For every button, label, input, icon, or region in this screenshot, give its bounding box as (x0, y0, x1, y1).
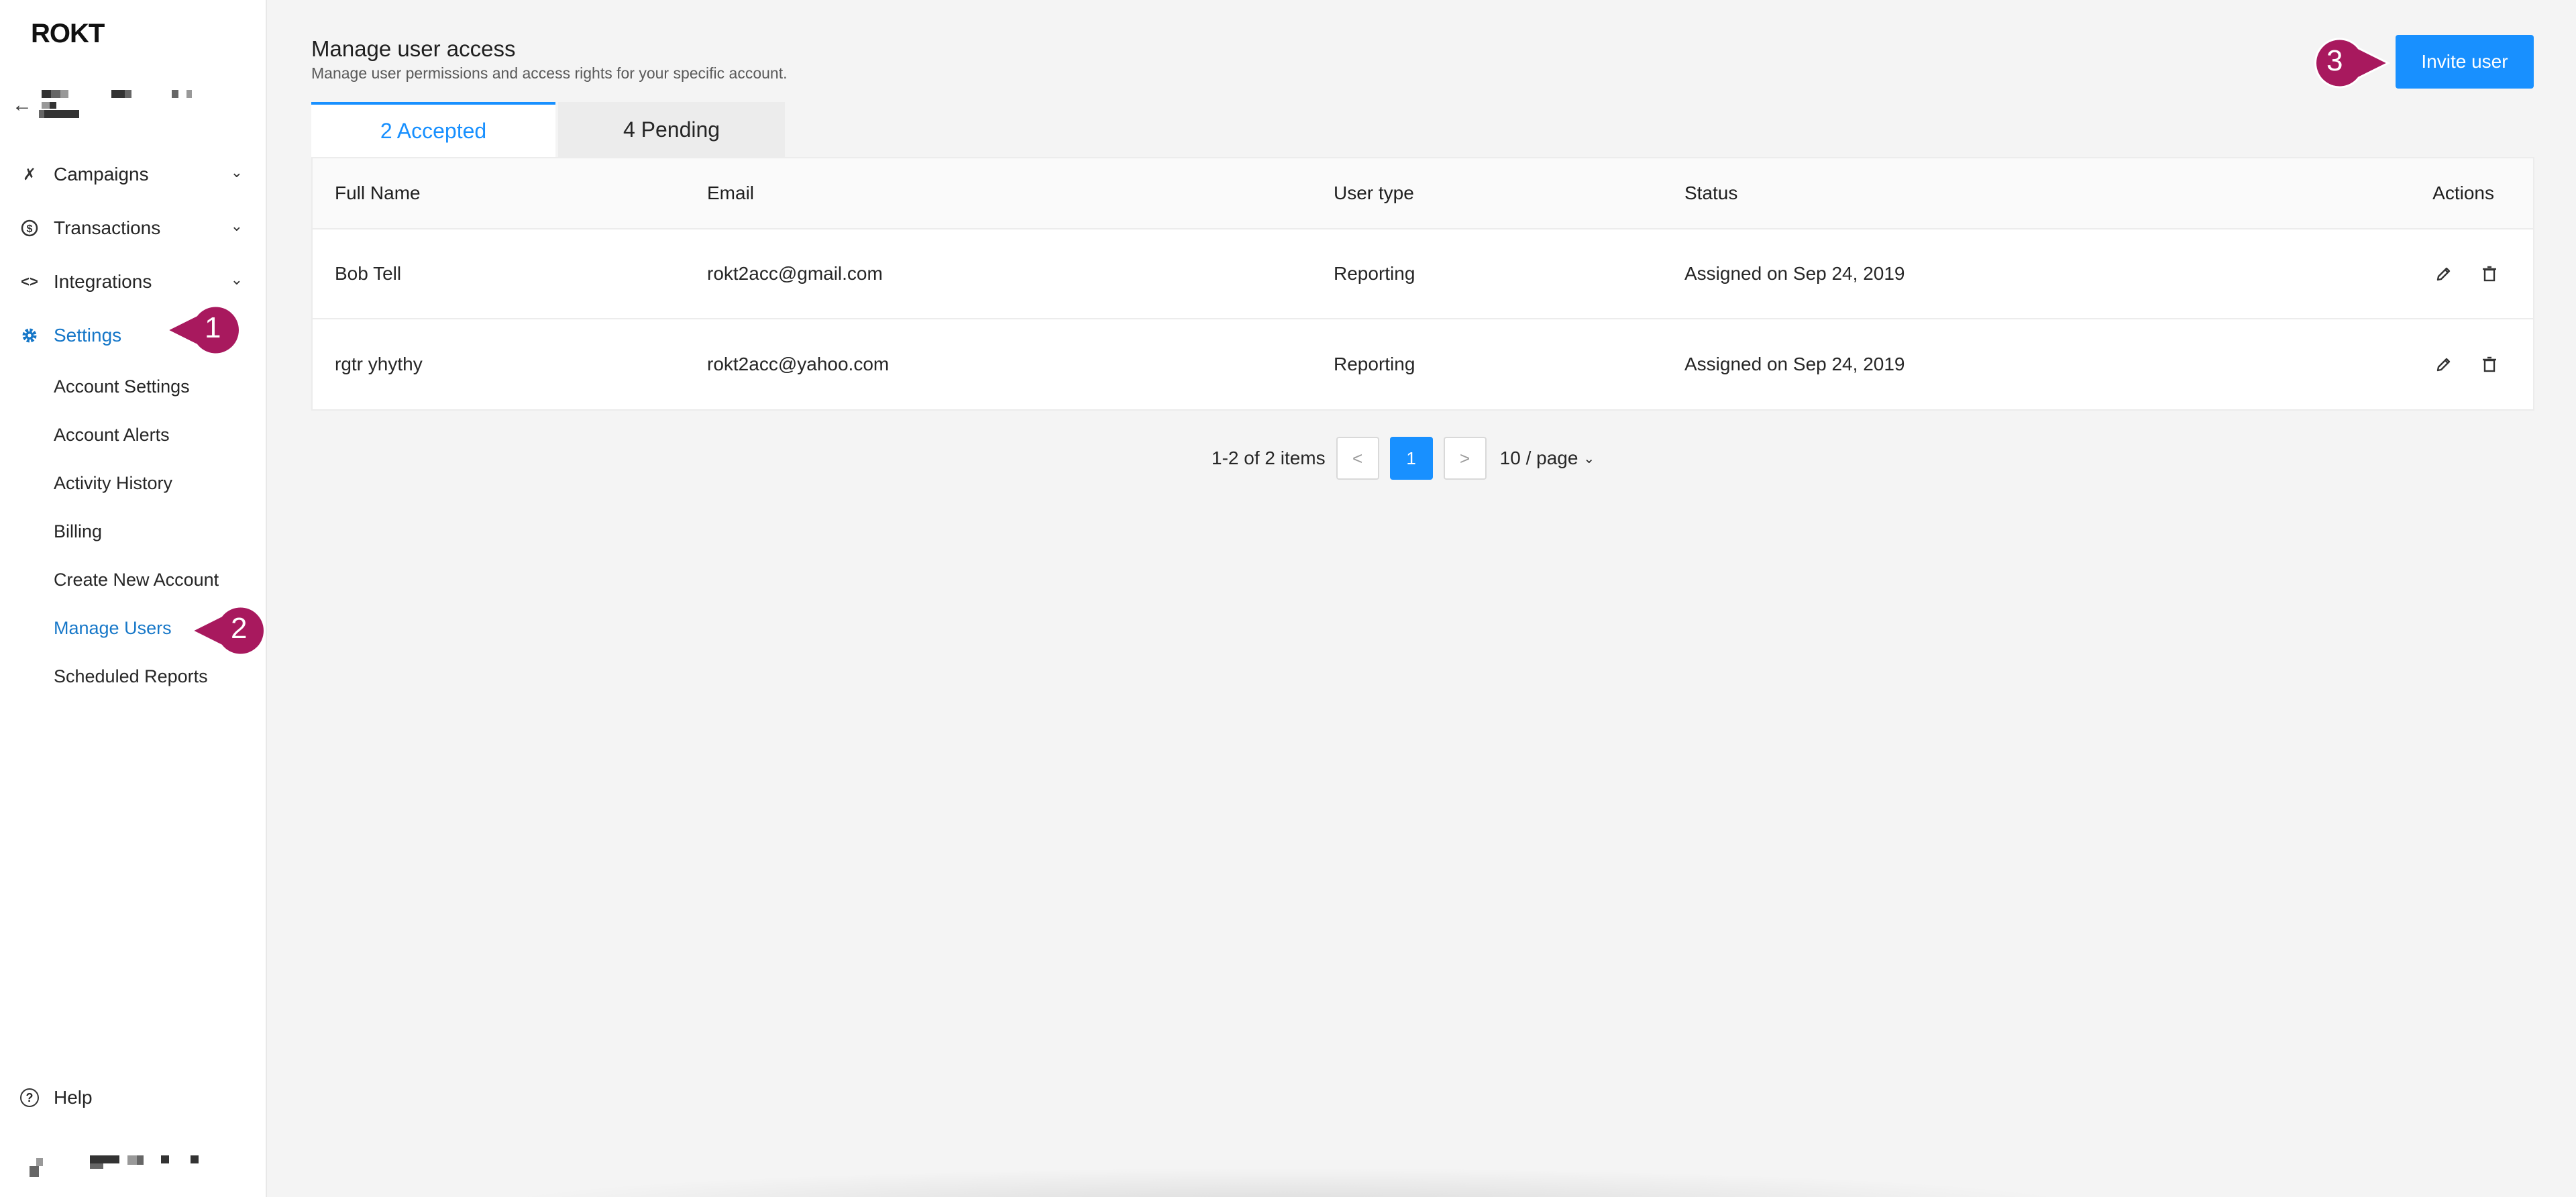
redacted-user-profile[interactable] (27, 1149, 215, 1182)
chevron-down-icon: ⌄ (1583, 451, 1595, 466)
users-table: Full Name Email User type Status Actions… (311, 157, 2534, 411)
cell-status: Assigned on Sep 24, 2019 (1684, 263, 1905, 284)
sidebar-item-account-settings[interactable]: Account Settings (0, 362, 267, 411)
dollar-icon: $ (20, 219, 39, 238)
delete-trash-icon[interactable] (2479, 354, 2500, 374)
pagination-summary: 1-2 of 2 items (1212, 448, 1326, 468)
tab-pending[interactable]: 4 Pending (558, 102, 785, 157)
next-page-button[interactable]: > (1443, 437, 1487, 480)
table-header: Full Name Email User type Status Actions (313, 158, 2533, 229)
sidebar: ROKT ← ✗ Campaigns ⌄ $ Transactions ⌄ <>… (0, 0, 267, 1197)
callout-marker-1: 1 (164, 302, 241, 358)
bottom-shadow-decoration (470, 1167, 2106, 1197)
nav-campaigns[interactable]: ✗ Campaigns ⌄ (0, 148, 267, 201)
cell-full-name: rgtr yhythy (335, 354, 423, 374)
table-row: rgtr yhythy rokt2acc@yahoo.com Reporting… (313, 319, 2533, 409)
sidebar-item-activity-history[interactable]: Activity History (0, 459, 267, 507)
cell-user-type: Reporting (1334, 354, 1415, 374)
table-row: Bob Tell rokt2acc@gmail.com Reporting As… (313, 229, 2533, 319)
cell-email: rokt2acc@gmail.com (707, 263, 883, 284)
edit-pencil-icon[interactable] (2434, 354, 2454, 374)
chevron-down-icon[interactable]: ⌄ (231, 217, 243, 235)
page-subtitle: Manage user permissions and access right… (311, 64, 788, 82)
nav-integrations[interactable]: <> Integrations ⌄ (0, 255, 267, 309)
tab-accepted[interactable]: 2 Accepted (311, 102, 555, 157)
page-size-value: 10 / page (1499, 448, 1578, 468)
cell-email: rokt2acc@yahoo.com (707, 354, 890, 374)
code-icon: <> (21, 273, 38, 290)
column-header-status: Status (1684, 183, 1738, 203)
svg-text:$: $ (27, 223, 33, 235)
prev-page-button[interactable]: < (1336, 437, 1379, 480)
nav-transactions-label: Transactions (54, 217, 161, 238)
nav-campaigns-label: Campaigns (54, 164, 149, 185)
megaphone-icon: ✗ (22, 165, 37, 184)
nav-settings-label: Settings (54, 325, 122, 346)
invite-user-button[interactable]: Invite user (2396, 35, 2534, 89)
callout-marker-3: 3 (2304, 35, 2391, 91)
sidebar-item-billing[interactable]: Billing (0, 507, 267, 556)
sidebar-item-scheduled-reports[interactable]: Scheduled Reports (0, 652, 267, 700)
sidebar-item-account-alerts[interactable]: Account Alerts (0, 411, 267, 459)
rokt-logo[interactable]: ROKT (31, 19, 105, 49)
sidebar-item-create-new-account[interactable]: Create New Account (0, 556, 267, 604)
help-link[interactable]: ? Help (20, 1087, 93, 1108)
column-header-actions: Actions (2432, 183, 2494, 203)
edit-pencil-icon[interactable] (2434, 264, 2454, 284)
gear-icon (20, 326, 39, 345)
pagination: 1-2 of 2 items < 1 > 10 / page ⌄ (1212, 436, 1595, 480)
page-size-select[interactable]: 10 / page ⌄ (1500, 448, 1595, 469)
account-switcher[interactable]: ← (12, 86, 213, 123)
page-button-current[interactable]: 1 (1389, 437, 1433, 480)
back-arrow-icon[interactable]: ← (12, 94, 32, 117)
nav-integrations-label: Integrations (54, 271, 152, 292)
cell-user-type: Reporting (1334, 263, 1415, 284)
callout-marker-2: 2 (189, 603, 266, 659)
nav-transactions[interactable]: $ Transactions ⌄ (0, 201, 267, 255)
user-status-tabs: 2 Accepted 4 Pending (311, 102, 788, 157)
cell-status: Assigned on Sep 24, 2019 (1684, 354, 1905, 374)
question-circle-icon: ? (20, 1088, 39, 1107)
column-header-email: Email (707, 183, 755, 203)
column-header-full-name: Full Name (335, 183, 421, 203)
cell-full-name: Bob Tell (335, 263, 402, 284)
column-header-user-type: User type (1334, 183, 1414, 203)
page-title: Manage user access (311, 36, 516, 61)
delete-trash-icon[interactable] (2479, 264, 2500, 284)
chevron-down-icon[interactable]: ⌄ (231, 164, 243, 181)
help-label: Help (54, 1087, 93, 1108)
chevron-down-icon[interactable]: ⌄ (231, 271, 243, 289)
